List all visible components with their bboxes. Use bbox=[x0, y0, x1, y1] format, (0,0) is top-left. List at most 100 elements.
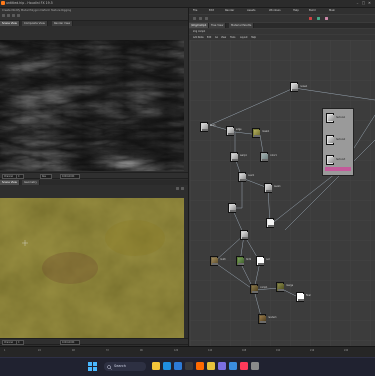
tab-render-view[interactable]: Render View bbox=[52, 21, 74, 26]
music-icon[interactable] bbox=[240, 362, 248, 370]
cop-node[interactable] bbox=[290, 82, 298, 92]
node-label: warp1 bbox=[240, 154, 247, 157]
menu-windows[interactable]: Windows bbox=[269, 9, 281, 12]
menu-net-layout[interactable]: Layout bbox=[240, 36, 247, 39]
cop-node[interactable] bbox=[228, 203, 236, 213]
shelf-tool-icon[interactable] bbox=[12, 14, 15, 17]
photos-icon[interactable] bbox=[218, 362, 226, 370]
menu-render[interactable]: Render bbox=[225, 9, 234, 12]
menu-file[interactable]: File bbox=[193, 9, 197, 12]
tool-icon[interactable] bbox=[193, 17, 196, 20]
tool-icon[interactable] bbox=[317, 17, 320, 20]
path-bar: img comp1 bbox=[189, 29, 375, 34]
shelf-tool-icon[interactable] bbox=[2, 14, 5, 17]
houdini-icon[interactable] bbox=[196, 362, 204, 370]
node-label: tint1 bbox=[246, 258, 252, 261]
cop-node[interactable] bbox=[326, 135, 334, 145]
cop-node[interactable] bbox=[210, 256, 218, 266]
node-label: color1 bbox=[270, 154, 277, 157]
node-label: noise1 bbox=[300, 85, 308, 88]
network-tab-row: /img/comp1 Tree View Material Palette bbox=[189, 23, 375, 28]
tab-material-palette[interactable]: Material Palette bbox=[229, 23, 255, 28]
minimize-button[interactable]: – bbox=[355, 1, 360, 5]
cop-node[interactable] bbox=[266, 218, 274, 228]
tab-img-comp1[interactable]: /img/comp1 bbox=[189, 23, 210, 28]
settings-icon[interactable] bbox=[251, 362, 259, 370]
viewer-option-icon[interactable] bbox=[176, 187, 179, 190]
menu-assets[interactable]: Assets bbox=[247, 9, 255, 12]
tab-scene-view[interactable]: Scene View bbox=[0, 21, 20, 26]
shelf-tool-icon[interactable] bbox=[7, 14, 10, 17]
store-icon[interactable] bbox=[174, 362, 182, 370]
cop-node[interactable] bbox=[260, 152, 268, 162]
close-button[interactable]: ✕ bbox=[367, 1, 372, 5]
cop-node[interactable] bbox=[250, 284, 258, 294]
node-wires bbox=[209, 87, 375, 321]
node-color-swatch[interactable] bbox=[325, 167, 351, 171]
tab-geometry[interactable]: Geometry bbox=[22, 180, 40, 185]
tab-scene-view-2[interactable]: Scene View bbox=[0, 180, 20, 185]
viewport1-status-bar: Channel C Res 1024x1024 bbox=[0, 172, 188, 179]
taskbar: Search bbox=[0, 357, 375, 376]
cop-node[interactable] bbox=[326, 113, 334, 123]
cop-node[interactable] bbox=[256, 256, 264, 266]
cop-node[interactable] bbox=[264, 183, 272, 193]
start-button[interactable] bbox=[88, 362, 97, 371]
cop-node[interactable] bbox=[258, 314, 266, 324]
timeline-tick: 24 bbox=[38, 349, 41, 352]
channel-c-field-2[interactable]: C bbox=[16, 340, 24, 345]
menu-main[interactable]: Main bbox=[329, 9, 335, 12]
menu-net-view[interactable]: View bbox=[221, 36, 226, 39]
search-icon bbox=[107, 364, 112, 370]
texture-viewport[interactable] bbox=[0, 40, 184, 171]
color-texture-image bbox=[0, 198, 184, 338]
viewer-tab-row: Scene View Composite View Render View bbox=[0, 21, 188, 26]
cop-node[interactable] bbox=[236, 256, 244, 266]
cop-node[interactable] bbox=[296, 292, 304, 302]
tool-icon[interactable] bbox=[309, 17, 312, 20]
file-explorer-icon[interactable] bbox=[152, 362, 160, 370]
edge-browser-icon[interactable] bbox=[163, 362, 171, 370]
shelf-tool-icon[interactable] bbox=[17, 14, 20, 17]
menu-net-edit[interactable]: Edit bbox=[207, 36, 211, 39]
cop-node[interactable] bbox=[240, 230, 248, 240]
cop-node[interactable] bbox=[326, 155, 334, 165]
viewer-option-icon[interactable] bbox=[181, 187, 184, 190]
tool-icon[interactable] bbox=[325, 17, 328, 20]
maximize-button[interactable]: □ bbox=[361, 1, 366, 5]
menu-net-help[interactable]: Help bbox=[251, 36, 256, 39]
timeline-tick: 192 bbox=[276, 349, 281, 352]
node-label: level1 bbox=[274, 185, 281, 188]
tool-icon[interactable] bbox=[205, 17, 208, 20]
cop-node[interactable] bbox=[238, 172, 246, 182]
chrome-icon[interactable] bbox=[207, 362, 215, 370]
cop-node[interactable] bbox=[276, 282, 284, 292]
network-path[interactable]: img comp1 bbox=[193, 30, 205, 33]
menu-add-node[interactable]: Add Node bbox=[193, 36, 204, 39]
node-label: final bbox=[306, 294, 311, 297]
menu-build[interactable]: Build bbox=[309, 9, 316, 12]
viewport2-status-bar: Channel C 1024x1024 bbox=[0, 338, 188, 345]
mail-icon[interactable] bbox=[229, 362, 237, 370]
resolution-field-2[interactable]: 1024x1024 bbox=[60, 340, 80, 345]
color-viewport[interactable] bbox=[0, 198, 184, 338]
menu-net-tools[interactable]: Tools bbox=[230, 36, 235, 39]
tab-tree-view[interactable]: Tree View bbox=[209, 23, 227, 28]
resolution-field[interactable]: 1024x1024 bbox=[60, 174, 80, 179]
cop-node[interactable] bbox=[230, 152, 238, 162]
taskbar-search[interactable]: Search bbox=[104, 362, 146, 371]
shelf-icons-row bbox=[189, 15, 375, 22]
node-label: edge bbox=[236, 128, 242, 131]
network-editor[interactable]: noise1 blur1 edge mask1 warp1 color1 ove… bbox=[190, 40, 375, 346]
channel-c-field[interactable]: C bbox=[16, 174, 24, 179]
menu-net-go[interactable]: Go bbox=[215, 36, 218, 39]
menu-help[interactable]: Help bbox=[293, 9, 299, 12]
cop-node[interactable] bbox=[226, 126, 234, 136]
tab-composite-view[interactable]: Composite View bbox=[22, 21, 48, 26]
cop-node[interactable] bbox=[200, 122, 208, 132]
cop-node[interactable] bbox=[252, 128, 260, 138]
tool-icon[interactable] bbox=[199, 17, 202, 20]
network-box[interactable]: texture1 texture2 texture3 bbox=[322, 108, 354, 176]
menu-edit[interactable]: Edit bbox=[209, 9, 214, 12]
terminal-icon[interactable] bbox=[185, 362, 193, 370]
